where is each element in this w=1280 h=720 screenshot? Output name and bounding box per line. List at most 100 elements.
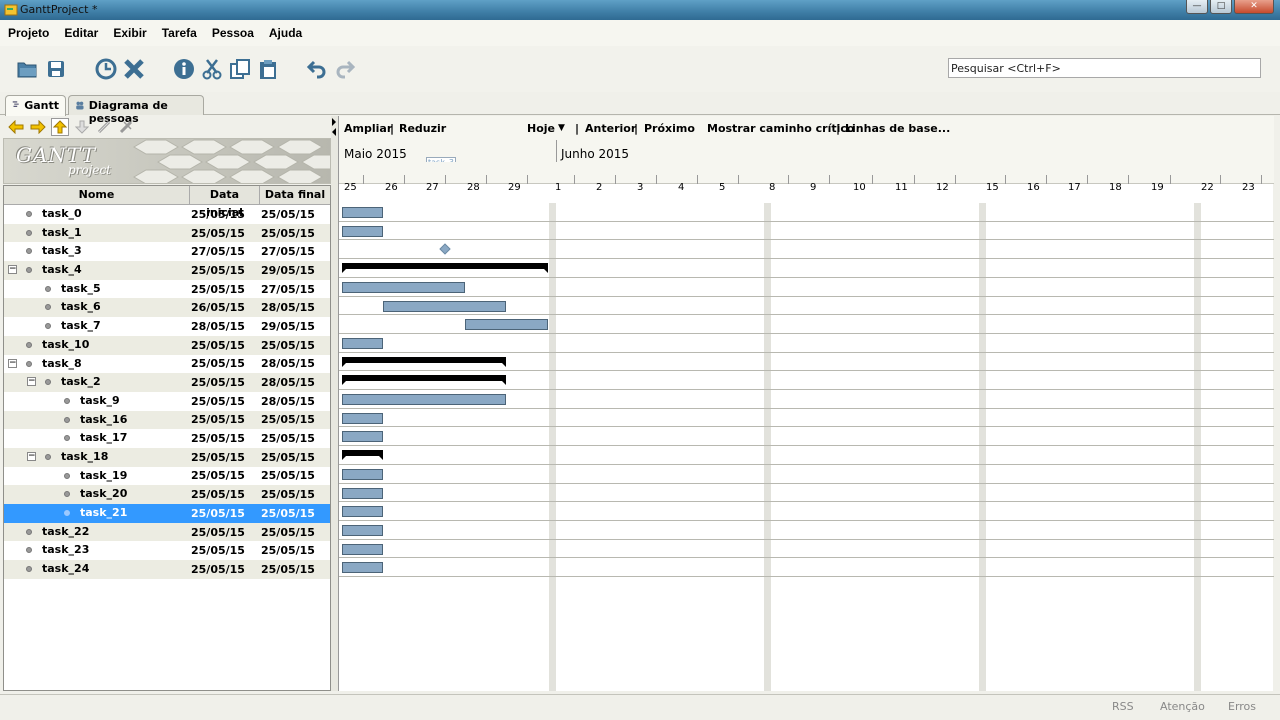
task-start-cell[interactable]: 25/05/15 — [190, 413, 260, 426]
task-bar[interactable] — [342, 524, 383, 536]
open-icon[interactable] — [15, 57, 39, 81]
table-row[interactable]: task_0 25/05/15 25/05/15 — [4, 205, 330, 224]
menu-editar[interactable]: Editar — [64, 26, 106, 40]
table-row[interactable]: task_21 25/05/15 25/05/15 — [4, 504, 330, 523]
link-icon[interactable] — [95, 118, 113, 136]
info-icon[interactable] — [172, 57, 196, 81]
task-bar[interactable] — [342, 394, 506, 405]
copy-icon[interactable] — [228, 57, 252, 81]
task-start-cell[interactable]: 25/05/15 — [190, 357, 260, 370]
warnings-link[interactable]: Atenção — [1160, 700, 1205, 713]
task-name-cell[interactable]: task_1 — [4, 224, 190, 243]
task-start-cell[interactable]: 25/05/15 — [190, 208, 260, 221]
task-name-cell[interactable]: task_21 — [4, 504, 190, 523]
summary-bar[interactable] — [342, 450, 383, 461]
table-row[interactable]: task_16 25/05/15 25/05/15 — [4, 410, 330, 430]
task-end-cell[interactable]: 25/05/15 — [260, 469, 330, 482]
undo-icon[interactable] — [305, 57, 329, 81]
minimize-button[interactable]: — — [1186, 0, 1208, 14]
task-bar[interactable] — [342, 562, 383, 574]
task-bar[interactable] — [342, 543, 383, 555]
move-down-icon[interactable] — [73, 118, 91, 136]
today-dropdown-icon[interactable]: ▼ — [558, 123, 565, 133]
task-bar[interactable] — [342, 506, 383, 518]
table-row[interactable]: − task_18 25/05/15 25/05/15 — [4, 447, 330, 467]
task-end-cell[interactable]: 25/05/15 — [260, 526, 330, 539]
task-name-cell[interactable]: task_16 — [4, 411, 190, 430]
task-start-cell[interactable]: 27/05/15 — [190, 245, 260, 258]
task-start-cell[interactable]: 25/05/15 — [190, 339, 260, 352]
milestone-marker[interactable] — [439, 243, 451, 256]
collapse-toggle-icon[interactable]: − — [8, 265, 17, 275]
errors-link[interactable]: Erros — [1228, 700, 1256, 713]
clock-icon[interactable] — [94, 57, 118, 81]
task-start-cell[interactable]: 25/05/15 — [190, 264, 260, 277]
table-row[interactable]: task_6 26/05/15 28/05/15 — [4, 298, 330, 318]
search-input[interactable] — [948, 58, 1261, 78]
today-link[interactable]: Hoje — [527, 122, 555, 135]
collapse-toggle-icon[interactable]: − — [27, 451, 36, 461]
task-end-cell[interactable]: 29/05/15 — [260, 320, 330, 333]
outdent-icon[interactable] — [7, 118, 25, 136]
task-end-cell[interactable]: 28/05/15 — [260, 395, 330, 408]
task-name-cell[interactable]: task_3 — [4, 242, 190, 261]
previous-link[interactable]: Anterior — [585, 122, 636, 135]
task-end-cell[interactable]: 25/05/15 — [260, 227, 330, 240]
task-name-cell[interactable]: task_24 — [4, 560, 190, 579]
task-end-cell[interactable]: 25/05/15 — [260, 339, 330, 352]
move-up-icon[interactable] — [51, 118, 69, 136]
table-row[interactable]: task_1 25/05/15 25/05/15 — [4, 223, 330, 243]
task-start-cell[interactable]: 25/05/15 — [190, 563, 260, 576]
task-end-cell[interactable]: 25/05/15 — [260, 432, 330, 445]
task-end-cell[interactable]: 25/05/15 — [260, 451, 330, 464]
summary-bar[interactable] — [342, 356, 506, 367]
table-row[interactable]: task_23 25/05/15 25/05/15 — [4, 541, 330, 560]
rss-link[interactable]: RSS — [1112, 700, 1134, 713]
task-bar[interactable] — [342, 431, 383, 443]
task-name-cell[interactable]: task_7 — [4, 317, 190, 336]
task-start-cell[interactable]: 25/05/15 — [190, 432, 260, 445]
task-end-cell[interactable]: 25/05/15 — [260, 208, 330, 221]
task-start-cell[interactable]: 26/05/15 — [190, 301, 260, 314]
table-row[interactable]: task_3 27/05/15 27/05/15 — [4, 242, 330, 261]
table-row[interactable]: − task_4 25/05/15 29/05/15 — [4, 261, 330, 280]
task-name-cell[interactable]: task_5 — [4, 280, 190, 299]
redo-icon[interactable] — [333, 57, 357, 81]
task-start-cell[interactable]: 25/05/15 — [190, 526, 260, 539]
task-start-cell[interactable]: 25/05/15 — [190, 507, 260, 520]
summary-bar[interactable] — [342, 375, 506, 386]
task-start-cell[interactable]: 25/05/15 — [190, 469, 260, 482]
task-bar[interactable] — [465, 319, 548, 331]
zoom-in-link[interactable]: Ampliar — [344, 122, 392, 135]
task-end-cell[interactable]: 25/05/15 — [260, 488, 330, 501]
table-row[interactable]: − task_8 25/05/15 28/05/15 — [4, 355, 330, 374]
task-name-cell[interactable]: − task_4 — [4, 261, 190, 280]
task-end-cell[interactable]: 25/05/15 — [260, 413, 330, 426]
menu-ajuda[interactable]: Ajuda — [269, 26, 310, 40]
table-row[interactable]: task_10 25/05/15 25/05/15 — [4, 335, 330, 355]
task-name-cell[interactable]: task_0 — [4, 205, 190, 224]
task-bar[interactable] — [342, 468, 383, 480]
table-row[interactable]: task_19 25/05/15 25/05/15 — [4, 467, 330, 486]
collapse-toggle-icon[interactable]: − — [27, 377, 36, 387]
table-row[interactable]: − task_2 25/05/15 28/05/15 — [4, 373, 330, 392]
task-start-cell[interactable]: 25/05/15 — [190, 227, 260, 240]
task-name-cell[interactable]: task_23 — [4, 541, 190, 560]
menu-exibir[interactable]: Exibir — [113, 26, 154, 40]
task-start-cell[interactable]: 25/05/15 — [190, 451, 260, 464]
next-link[interactable]: Próximo — [644, 122, 695, 135]
tab-gantt[interactable]: Gantt — [5, 95, 66, 116]
task-name-cell[interactable]: task_20 — [4, 485, 190, 504]
task-end-cell[interactable]: 25/05/15 — [260, 563, 330, 576]
task-end-cell[interactable]: 28/05/15 — [260, 357, 330, 370]
table-row[interactable]: task_24 25/05/15 25/05/15 — [4, 560, 330, 579]
task-bar[interactable] — [342, 281, 465, 293]
task-start-cell[interactable]: 28/05/15 — [190, 320, 260, 333]
task-bar[interactable] — [342, 225, 383, 237]
delete-icon[interactable] — [122, 57, 146, 81]
task-name-cell[interactable]: task_17 — [4, 429, 190, 448]
menu-pessoa[interactable]: Pessoa — [212, 26, 262, 40]
table-row[interactable]: task_17 25/05/15 25/05/15 — [4, 429, 330, 448]
menu-tarefa[interactable]: Tarefa — [162, 26, 205, 40]
table-row[interactable]: task_9 25/05/15 28/05/15 — [4, 392, 330, 411]
